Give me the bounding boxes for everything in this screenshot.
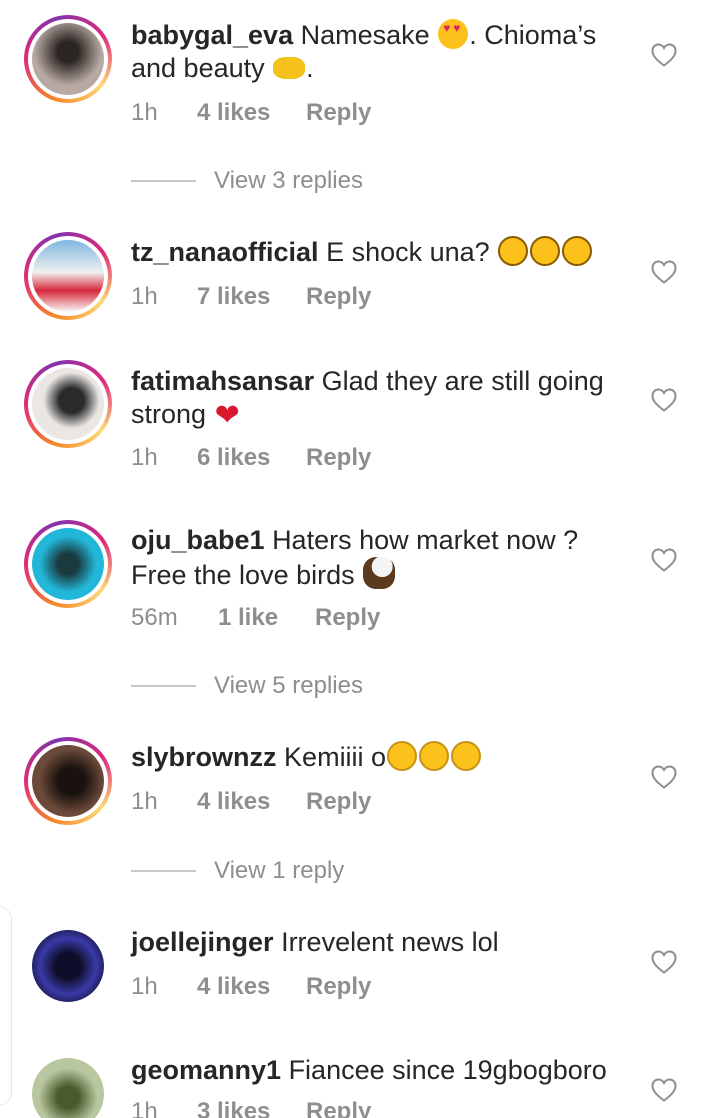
heart-outline-icon[interactable] — [651, 548, 677, 572]
reply-button[interactable]: Reply — [306, 788, 371, 816]
reply-button[interactable]: Reply — [306, 99, 371, 127]
comment-text: joellejinger Irrevelent news lol — [131, 927, 499, 957]
avatar[interactable] — [24, 737, 112, 825]
heart-outline-icon[interactable] — [651, 1078, 677, 1102]
heart-outline-icon[interactable] — [651, 950, 677, 974]
comment-username[interactable]: geomanny1 — [131, 1055, 281, 1085]
comment-meta: 1h 4 likes Reply — [131, 99, 372, 127]
comment-text: tz_nanaofficial E shock una? — [131, 236, 631, 269]
joy-emoji-icon — [451, 741, 482, 771]
comment-username[interactable]: slybrownzz — [131, 742, 277, 772]
eagle-emoji-icon — [363, 557, 396, 589]
view-replies-button[interactable]: View 3 replies — [131, 167, 363, 195]
replies-divider — [131, 870, 196, 872]
comment-meta: 56m 1 like Reply — [131, 604, 381, 632]
heart-outline-icon[interactable] — [651, 260, 677, 284]
likes-count[interactable]: 4 likes — [197, 99, 306, 127]
comment-meta: 1h 4 likes Reply — [131, 788, 372, 816]
reply-button[interactable]: Reply — [306, 973, 371, 1001]
avatar[interactable] — [24, 922, 112, 1010]
comment-text: oju_babe1 Haters how market now ? Free t… — [131, 525, 579, 590]
replies-divider — [131, 180, 196, 182]
likes-count[interactable]: 3 likes — [197, 1098, 306, 1118]
view-replies-button[interactable]: View 5 replies — [131, 672, 363, 700]
comment-username[interactable]: fatimahsansar — [131, 366, 314, 396]
rofl-emoji-icon — [530, 236, 561, 266]
reply-button[interactable]: Reply — [306, 444, 371, 472]
comment-meta: 1h 7 likes Reply — [131, 283, 372, 311]
comment-text: fatimahsansar Glad they are still going … — [131, 366, 604, 432]
comment-text: geomanny1 Fiancee since 19gbogboro — [131, 1055, 607, 1085]
reply-button[interactable]: Reply — [306, 283, 371, 311]
avatar[interactable] — [24, 520, 112, 608]
reply-button[interactable]: Reply — [306, 1098, 371, 1118]
red-heart-emoji-icon: ❤ — [214, 399, 240, 432]
rofl-emoji-icon — [498, 236, 529, 266]
comment-username[interactable]: tz_nanaofficial — [131, 237, 319, 267]
view-replies-button[interactable]: View 1 reply — [131, 857, 344, 885]
joy-emoji-icon — [419, 741, 450, 771]
avatar[interactable] — [24, 1050, 112, 1118]
joy-emoji-icon — [387, 741, 418, 771]
replies-divider — [131, 685, 196, 687]
avatar[interactable] — [24, 360, 112, 448]
comment-meta: 1h 4 likes Reply — [131, 973, 372, 1001]
comment-meta: 1h 6 likes Reply — [131, 444, 372, 472]
handshake-emoji-icon — [273, 57, 306, 79]
comment-text: babygal_eva Namesake . Chioma’s and beau… — [131, 19, 631, 85]
comment-username[interactable]: babygal_eva — [131, 20, 293, 50]
comment-username[interactable]: oju_babe1 — [131, 525, 265, 555]
likes-count[interactable]: 6 likes — [197, 444, 306, 472]
reply-button[interactable]: Reply — [315, 604, 380, 632]
heart-outline-icon[interactable] — [651, 43, 677, 67]
comment-text: slybrownzz Kemiiii o — [131, 741, 631, 774]
heart-outline-icon[interactable] — [651, 388, 677, 412]
likes-count[interactable]: 7 likes — [197, 283, 306, 311]
likes-count[interactable]: 1 like — [218, 604, 315, 632]
comment-username[interactable]: joellejinger — [131, 927, 274, 957]
panel-edge — [0, 906, 12, 1106]
likes-count[interactable]: 4 likes — [197, 788, 306, 816]
heart-eyes-emoji-icon — [438, 19, 469, 49]
likes-count[interactable]: 4 likes — [197, 973, 306, 1001]
rofl-emoji-icon — [562, 236, 593, 266]
comment-meta: 1h 3 likes Reply — [131, 1098, 371, 1118]
avatar[interactable] — [24, 15, 112, 103]
avatar[interactable] — [24, 232, 112, 320]
heart-outline-icon[interactable] — [651, 765, 677, 789]
